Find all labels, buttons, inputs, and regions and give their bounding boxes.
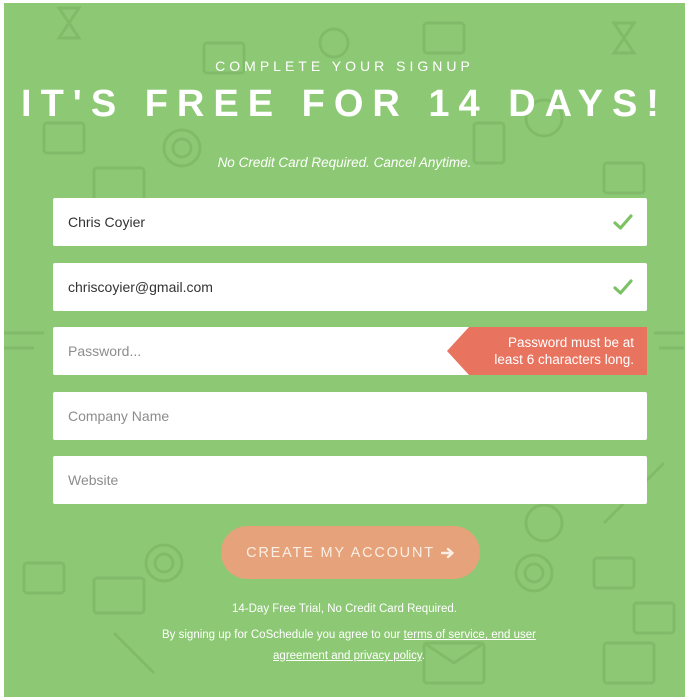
signup-subtitle: No Credit Card Required. Cancel Anytime. xyxy=(217,155,472,170)
create-account-button[interactable]: CREATE MY ACCOUNT xyxy=(221,526,480,579)
terms-suffix: . xyxy=(421,650,425,662)
password-error-line2: least 6 characters long. xyxy=(494,352,634,367)
password-error-line1: Password must be at xyxy=(507,335,634,350)
name-input[interactable] xyxy=(53,198,647,246)
trial-note: 14-Day Free Trial, No Credit Card Requir… xyxy=(232,603,457,615)
company-input[interactable] xyxy=(53,392,647,440)
checkmark-icon xyxy=(613,279,633,295)
website-field xyxy=(53,456,647,504)
terms-prefix: By signing up for CoSchedule you agree t… xyxy=(162,629,404,641)
website-input[interactable] xyxy=(53,456,647,504)
company-field xyxy=(53,392,647,440)
password-error-tooltip: Password must be at least 6 characters l… xyxy=(447,327,647,375)
signup-panel: COMPLETE YOUR SIGNUP IT'S FREE FOR 14 DA… xyxy=(4,3,685,697)
tooltip-arrow xyxy=(447,327,469,375)
password-field: Password must be at least 6 characters l… xyxy=(53,327,647,375)
email-input[interactable] xyxy=(53,263,647,311)
checkmark-icon xyxy=(613,214,633,230)
email-field xyxy=(53,263,647,311)
name-field xyxy=(53,198,647,246)
create-account-label: CREATE MY ACCOUNT xyxy=(246,544,435,561)
arrow-right-icon xyxy=(440,547,454,558)
terms-note: By signing up for CoSchedule you agree t… xyxy=(144,625,554,667)
page-title: IT'S FREE FOR 14 DAYS! xyxy=(21,83,668,125)
signup-eyebrow: COMPLETE YOUR SIGNUP xyxy=(215,58,474,74)
signup-content: COMPLETE YOUR SIGNUP IT'S FREE FOR 14 DA… xyxy=(4,3,685,697)
